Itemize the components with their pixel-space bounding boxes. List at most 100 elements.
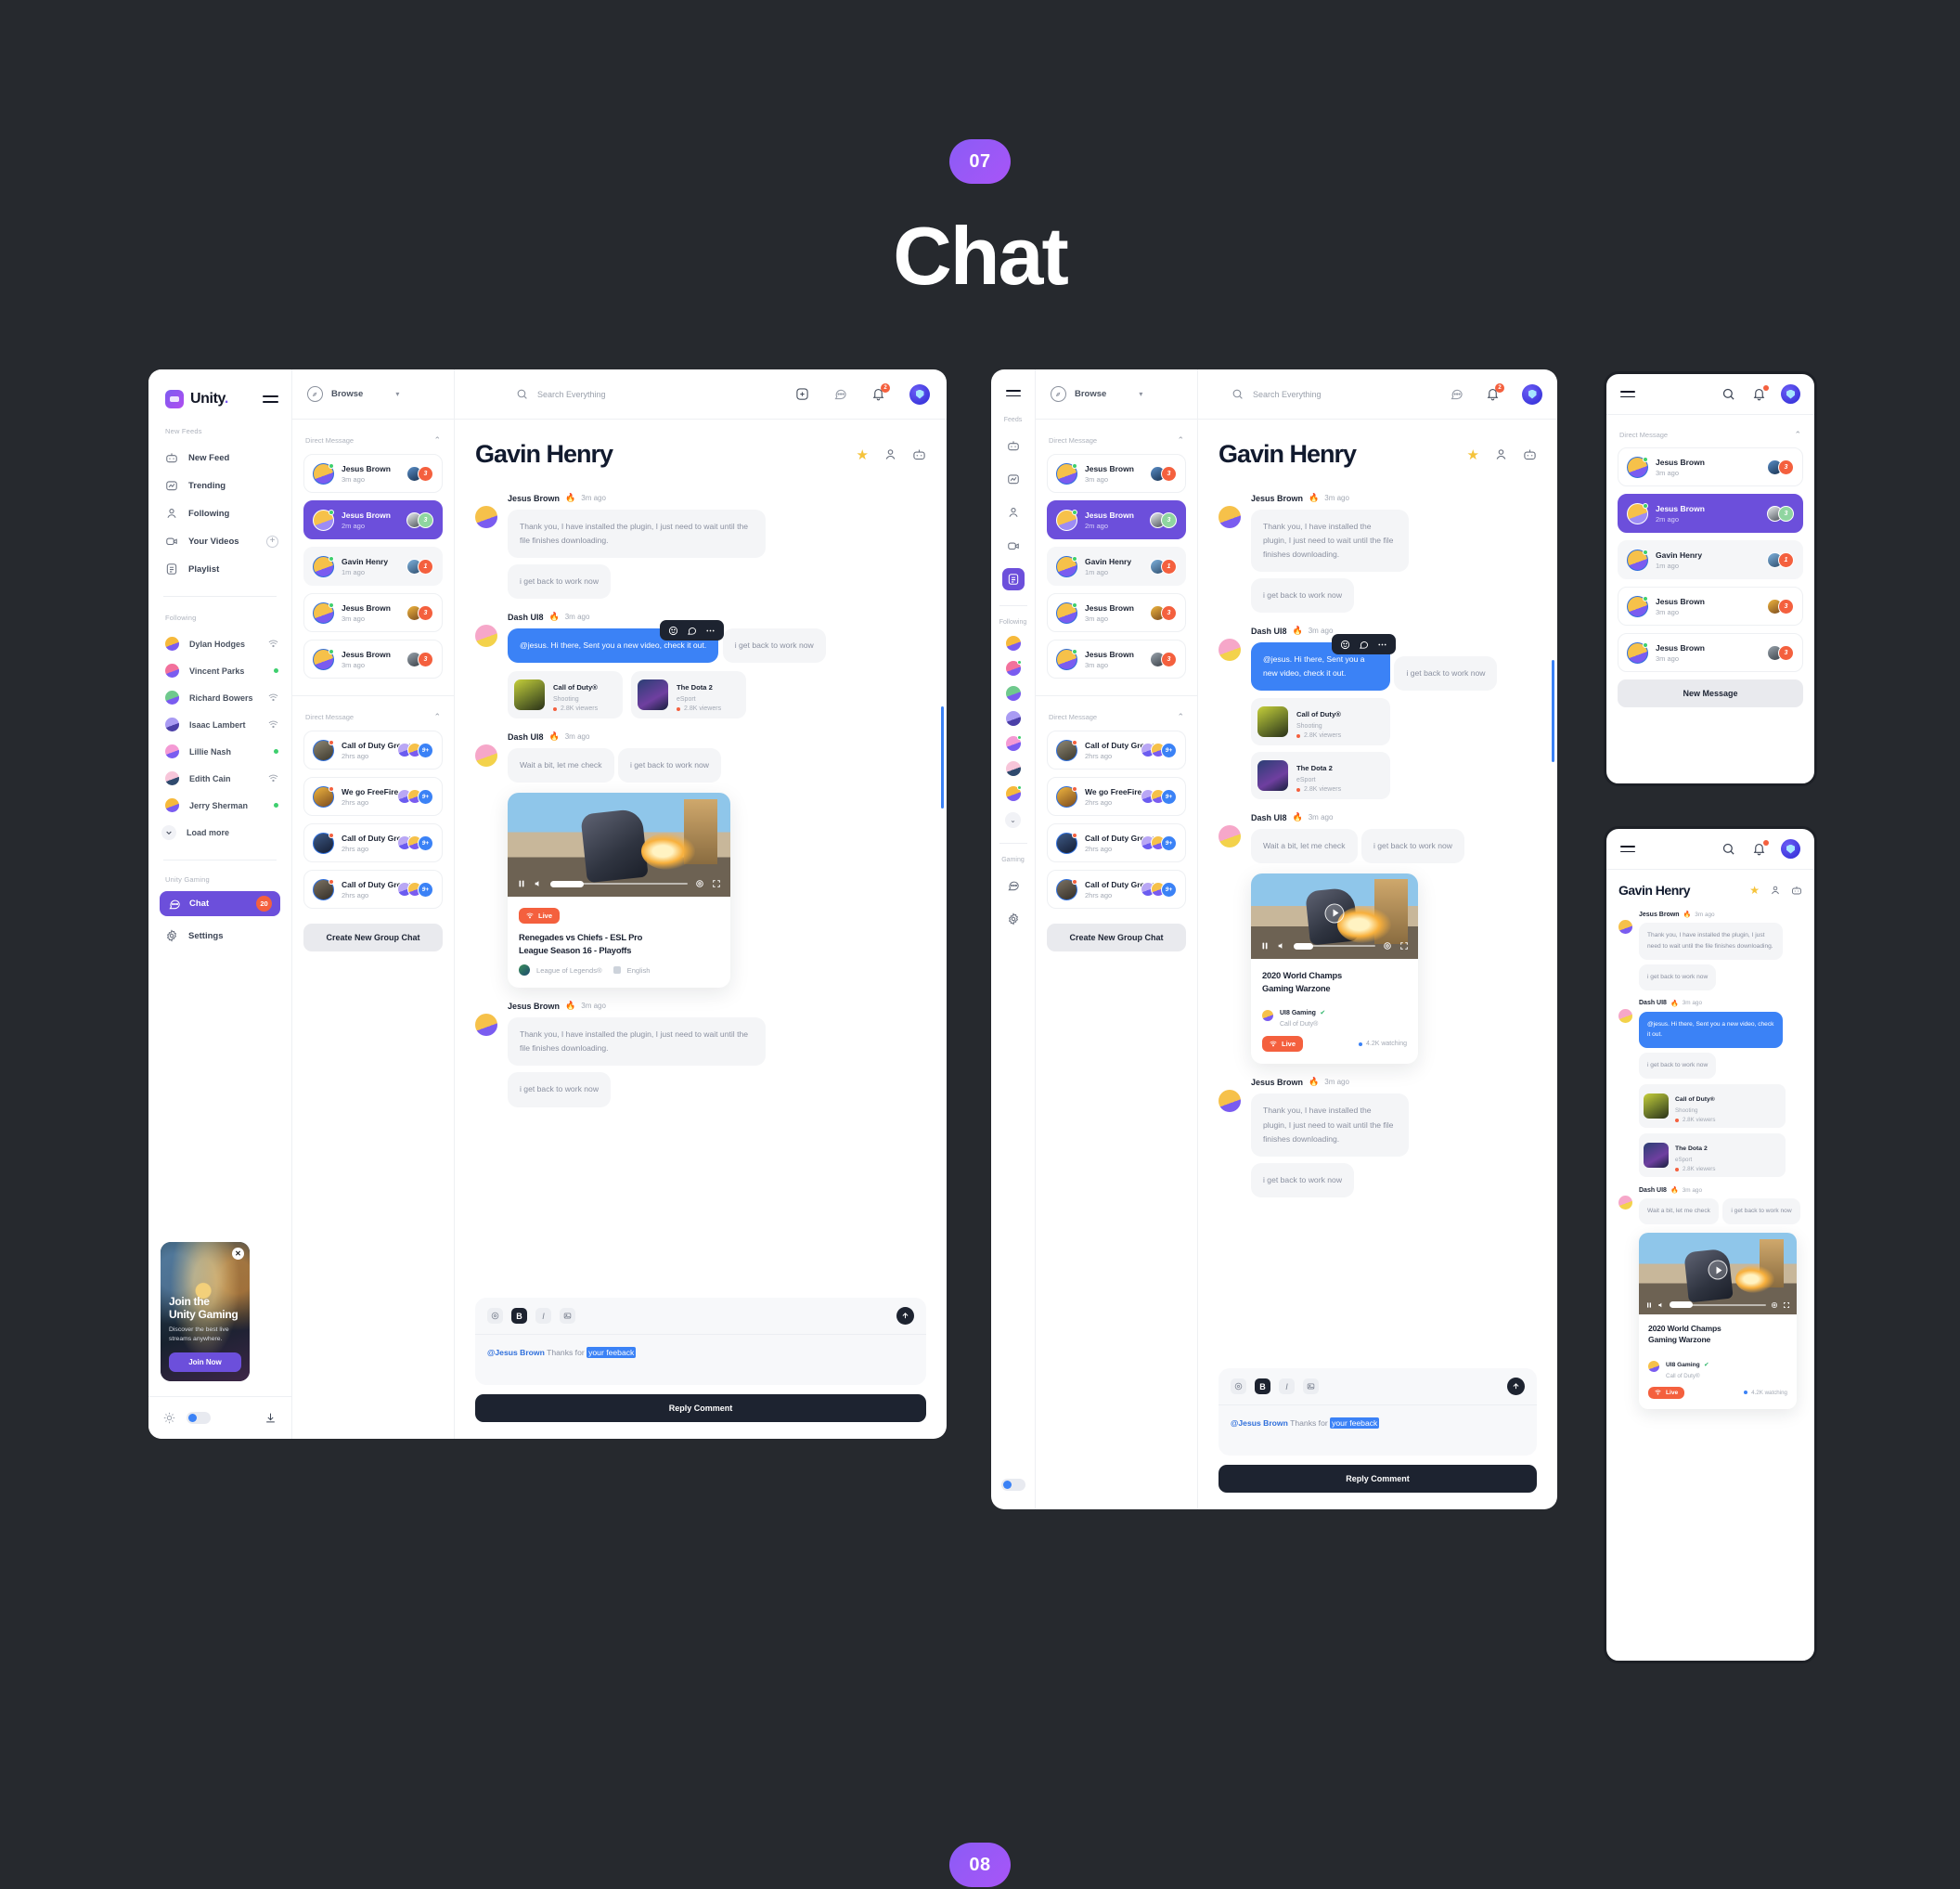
game-card[interactable]: The Dota 2 eSport 2.8K viewers (631, 671, 746, 719)
search-icon[interactable] (1231, 388, 1244, 400)
create-new-group-chat-button[interactable]: Create New Group Chat (1047, 924, 1186, 951)
favorite-star-icon[interactable]: ★ (1467, 446, 1479, 463)
volume-icon[interactable] (1277, 941, 1286, 951)
profile-icon[interactable] (883, 447, 897, 461)
robot-icon[interactable] (1002, 434, 1025, 457)
collapse-icon[interactable]: ⌃ (433, 435, 441, 446)
video-card[interactable]: 2020 World Champs Gaming Warzone UI8 Gam… (1251, 873, 1418, 1065)
dm-row[interactable]: Jesus Brown 3m ago 3 (303, 640, 443, 679)
download-icon[interactable] (264, 1412, 277, 1424)
notification-bell-icon[interactable] (1752, 385, 1769, 401)
pause-icon[interactable] (1260, 941, 1270, 951)
notification-bell-icon[interactable] (1752, 840, 1769, 856)
video-progress-bar[interactable] (550, 880, 688, 888)
italic-button[interactable]: I (1279, 1378, 1295, 1394)
search-icon[interactable] (516, 388, 528, 400)
image-icon[interactable] (1303, 1378, 1319, 1394)
notification-bell-icon[interactable]: 2 (1486, 383, 1504, 401)
dm-row[interactable]: Jesus Brown 3m ago 3 (1618, 447, 1803, 486)
dm-row[interactable]: Gavin Henry 1m ago 1 (1618, 540, 1803, 579)
video-progress-bar[interactable] (1670, 1300, 1766, 1310)
dm-row[interactable]: Jesus Brown 2m ago 3 (1618, 494, 1803, 533)
sidebar-item-new-feed[interactable]: New Feed (148, 444, 291, 472)
menu-icon[interactable] (1005, 390, 1021, 397)
collapse-icon[interactable]: ⌃ (1177, 435, 1184, 446)
promo-card[interactable]: ✕ Join the Unity Gaming Discover the bes… (161, 1242, 250, 1381)
avatar[interactable] (1005, 711, 1021, 727)
avatar[interactable] (1005, 785, 1022, 802)
group-row[interactable]: Call of Duty Group 2hrs ago 9+ (1047, 823, 1186, 862)
emoji-icon[interactable] (668, 626, 678, 636)
robot-icon[interactable] (1523, 447, 1537, 461)
game-card[interactable]: Call of Duty® Shooting 2.8K viewers (1251, 698, 1390, 746)
group-row[interactable]: Call of Duty Group 2hrs ago 9+ (303, 731, 443, 770)
send-button[interactable] (1507, 1378, 1525, 1395)
dm-row[interactable]: Jesus Brown 2m ago 3 (1047, 500, 1186, 539)
dm-row[interactable]: Gavin Henry 1m ago 1 (1047, 547, 1186, 586)
reply-comment-button[interactable]: Reply Comment (475, 1394, 926, 1422)
more-options-icon[interactable] (705, 626, 716, 636)
following-item-vincent-parks[interactable]: Vincent Parks (148, 657, 291, 684)
dm-row[interactable]: Jesus Brown 3m ago 3 (1618, 587, 1803, 626)
group-row[interactable]: Call of Duty Group 2hrs ago 9+ (303, 870, 443, 909)
settings-icon[interactable] (695, 879, 704, 888)
search-input[interactable]: Search Everything (537, 390, 606, 399)
message-actions-popover[interactable] (1332, 634, 1396, 655)
following-item-lillie-nash[interactable]: Lillie Nash (148, 738, 291, 765)
reply-icon[interactable] (1359, 640, 1369, 650)
italic-button[interactable]: I (535, 1308, 551, 1324)
sidebar-item-your-videos[interactable]: Your Videos + (148, 527, 291, 555)
user-avatar[interactable] (1781, 839, 1800, 859)
theme-toggle[interactable] (1000, 1479, 1025, 1491)
video-progress-bar[interactable] (1294, 942, 1375, 951)
composer-input[interactable]: @Jesus Brown Thanks for your feeback (475, 1334, 926, 1385)
bold-button[interactable]: B (1255, 1378, 1270, 1394)
dm-row[interactable]: Jesus Brown 3m ago 3 (1047, 593, 1186, 632)
avatar[interactable] (1005, 636, 1021, 652)
image-icon[interactable] (560, 1308, 575, 1324)
trending-icon[interactable] (1002, 468, 1025, 490)
close-icon[interactable]: ✕ (232, 1248, 244, 1260)
search-icon[interactable] (1721, 842, 1735, 856)
volume-icon[interactable] (1657, 1301, 1665, 1309)
dm-row[interactable]: Jesus Brown 2m ago 3 (303, 500, 443, 539)
video-icon[interactable] (1002, 535, 1025, 557)
messages-icon[interactable] (1450, 387, 1464, 401)
message-actions-popover[interactable] (660, 620, 725, 641)
video-controls[interactable] (517, 879, 721, 888)
collapse-icon[interactable]: ⌃ (1177, 712, 1184, 722)
video-card[interactable]: Live Renegades vs Chiefs - ESL Pro Leagu… (508, 793, 730, 989)
video-controls[interactable] (1645, 1300, 1790, 1310)
sidebar-collapse-icon[interactable] (263, 395, 278, 403)
collapse-icon[interactable]: ⌃ (1794, 430, 1801, 440)
more-options-icon[interactable] (1377, 640, 1387, 650)
following-item-isaac-lambert[interactable]: Isaac Lambert (148, 711, 291, 738)
chevron-down-icon[interactable]: ⌄ (1005, 812, 1021, 829)
load-more-button[interactable]: Load more (148, 819, 291, 847)
robot-icon[interactable] (1791, 885, 1802, 896)
following-item-dylan-hodges[interactable]: Dylan Hodges (148, 630, 291, 657)
avatar[interactable] (1005, 735, 1022, 752)
game-card[interactable]: The Dota 2 eSport 2.8K viewers (1251, 752, 1390, 800)
profile-icon[interactable] (1494, 447, 1508, 461)
avatar[interactable] (1005, 686, 1021, 702)
emoji-icon[interactable] (1231, 1378, 1246, 1394)
avatar[interactable] (1005, 660, 1022, 677)
person-icon[interactable] (1002, 501, 1025, 524)
dm-row[interactable]: Jesus Brown 3m ago 3 (1047, 640, 1186, 679)
add-video-icon[interactable]: + (266, 535, 278, 548)
fullscreen-icon[interactable] (712, 879, 721, 888)
dm-row[interactable]: Jesus Brown 3m ago 3 (303, 454, 443, 493)
game-card[interactable]: Call of Duty® Shooting 2.8K viewers (1639, 1084, 1786, 1129)
notification-bell-icon[interactable]: 2 (871, 383, 890, 401)
following-item-edith-cain[interactable]: Edith Cain (148, 765, 291, 792)
composer-input[interactable]: @Jesus Brown Thanks for your feeback (1219, 1404, 1537, 1456)
game-card[interactable]: The Dota 2 eSport 2.8K viewers (1639, 1133, 1786, 1178)
reply-icon[interactable] (687, 626, 697, 636)
favorite-star-icon[interactable]: ★ (857, 446, 869, 463)
browse-dropdown[interactable]: Browse ▾ (307, 386, 399, 402)
sidebar-item-chat[interactable]: Chat 20 (160, 891, 280, 916)
theme-toggle[interactable] (187, 1412, 211, 1424)
create-new-group-chat-button[interactable]: Create New Group Chat (303, 924, 443, 951)
play-icon[interactable] (1708, 1260, 1728, 1280)
